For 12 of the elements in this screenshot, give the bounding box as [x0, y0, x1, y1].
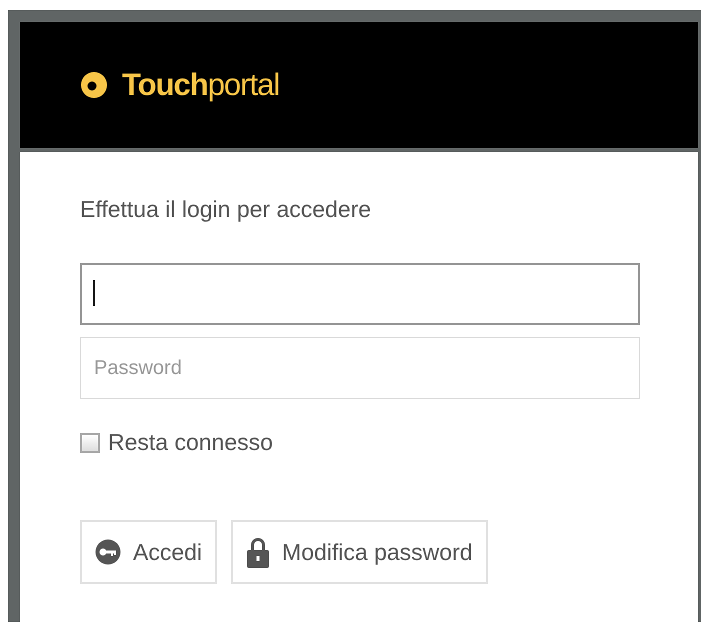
change-password-button[interactable]: Modifica password [231, 520, 488, 584]
password-field[interactable]: Password [80, 337, 640, 399]
username-field[interactable] [80, 263, 640, 325]
remember-checkbox[interactable] [80, 432, 100, 452]
logo: Touchportal [122, 67, 280, 103]
login-prompt: Effettua il login per accedere [80, 196, 372, 223]
text-cursor [93, 280, 95, 306]
remember-label: Resta connesso [108, 429, 273, 456]
login-button[interactable]: Accedi [80, 520, 218, 584]
key-icon [95, 539, 121, 565]
lock-icon [246, 536, 270, 568]
logo-icon [80, 71, 108, 99]
